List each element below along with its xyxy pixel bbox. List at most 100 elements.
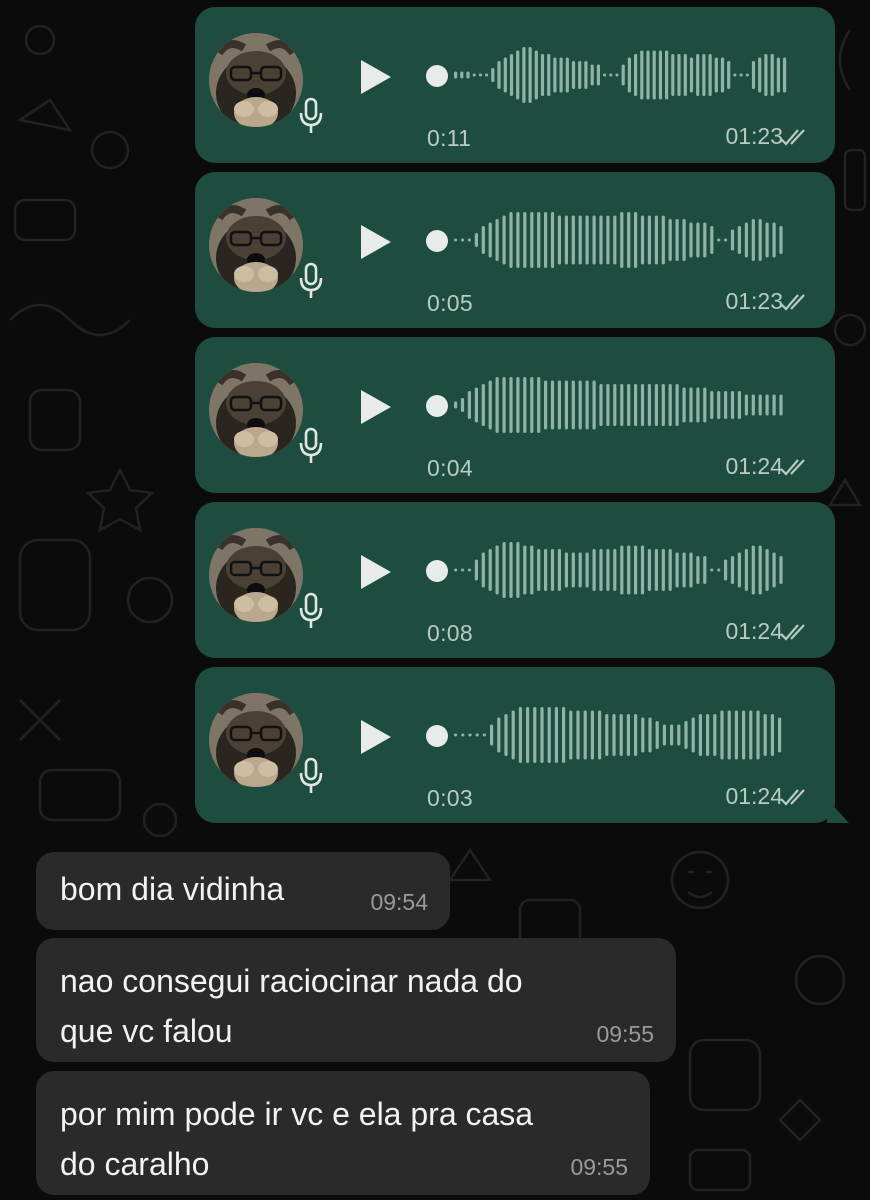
waveform-bar [547,54,551,96]
voice-message-bubble[interactable]: 0:05 01:23 [195,172,835,328]
waveform-bar [641,717,645,753]
voice-message-bubble[interactable]: 0:11 01:23 [195,7,835,163]
play-icon[interactable] [358,552,394,592]
sender-avatar [209,198,303,292]
waveform-bar [689,552,693,588]
waveform-bar [612,714,616,756]
waveform-bar [530,377,534,433]
voice-message-bubble[interactable]: 0:04 01:24 [195,337,835,493]
play-icon[interactable] [358,717,394,757]
waveform-bar [620,212,624,268]
waveform-bar [547,707,551,763]
waveform-bar [497,61,501,89]
waveform-bar [765,222,769,258]
audio-waveform[interactable] [448,375,808,435]
waveform-bar [571,552,575,588]
playback-scrubber-handle[interactable] [426,560,448,582]
waveform-bar [620,384,624,426]
waveform-bar [619,714,623,756]
message-text-line: bom dia vidinha [60,871,285,907]
waveform-bar [584,61,588,89]
waveform-bar [763,714,767,756]
waveform-bar [727,710,731,760]
waveform-bar [615,73,619,77]
playback-scrubber-handle[interactable] [426,230,448,252]
waveform-bar [714,57,718,93]
waveform-bar [613,549,617,591]
waveform-bar [668,384,672,426]
playback-scrubber-handle[interactable] [426,65,448,87]
waveform-bar [648,717,652,753]
waveform-bar [571,215,575,265]
audio-waveform[interactable] [448,540,808,600]
waveform-bar [745,73,749,77]
double-check-icon [779,457,813,477]
waveform-bar [550,380,555,430]
waveform-bar [454,568,458,572]
waveform-bar [717,238,721,242]
message-timestamp: 01:23 [725,288,783,314]
waveform-bar [466,71,470,79]
waveform-bar [606,215,610,265]
waveform-bar [550,549,555,591]
waveform-bar [772,552,776,588]
waveform-bar [454,238,458,242]
waveform-bar [724,391,728,419]
waveform-bar [683,54,687,96]
waveform-bar [564,215,568,265]
waveform-bar [460,238,465,242]
voice-message-bubble[interactable]: 0:03 01:24 [195,667,849,823]
waveform-bar [576,710,580,760]
waveform-bar [647,549,651,591]
waveform-bar [640,215,645,265]
waveform-bar [523,212,527,268]
voice-message-bubble[interactable]: 0:08 01:24 [195,502,835,658]
waveform-bar [537,212,541,268]
waveform-bar [540,54,545,96]
waveform-bar [654,549,658,591]
waveform-bar [703,387,707,423]
waveform-bar [671,54,675,96]
sender-avatar [209,693,303,787]
waveform-bar [523,545,527,595]
waveform-bar [634,212,638,268]
incoming-message-bubble[interactable]: nao consegui raciocinar nada do que vc fa… [36,938,676,1062]
waveform-bar [578,380,582,430]
message-text-line: por mim pode ir vc e ela pra casa [60,1096,534,1132]
audio-waveform[interactable] [448,45,808,105]
waveform-bar [504,714,508,756]
waveform-bar [509,377,513,433]
waveform-bar [691,717,695,753]
waveform-bar [516,542,520,598]
waveform-bar [599,549,603,591]
play-icon[interactable] [358,387,394,427]
incoming-message-bubble[interactable]: por mim pode ir vc e ela pra casa do cara… [36,1071,650,1195]
waveform-bar [710,226,714,254]
waveform-bar [596,64,600,86]
play-icon[interactable] [358,57,394,97]
waveform-bar [670,724,674,746]
incoming-message-bubble[interactable]: bom dia vidinha 09:54 [36,852,450,930]
waveform-bar [472,73,476,77]
waveform-bar [592,549,596,591]
waveform-bar [677,724,681,746]
play-icon[interactable] [358,222,394,262]
waveform-bar [544,380,548,430]
waveform-bar [720,57,725,93]
waveform-bar [585,552,589,588]
waveform-bar [467,568,471,572]
waveform-bar [482,733,486,737]
waveform-bar [682,219,686,261]
playback-scrubber-handle[interactable] [426,725,448,747]
waveform-bar [765,549,769,591]
playback-scrubber-handle[interactable] [426,395,448,417]
waveform-bar [554,707,558,763]
waveform-bar [627,384,631,426]
audio-waveform[interactable] [448,210,808,270]
message-text-line: nao consegui raciocinar nada do [60,963,523,999]
waveform-bar [605,714,609,756]
waveform-bar [684,721,688,749]
waveform-bar [698,714,702,756]
message-timestamp: 01:23 [725,123,783,149]
audio-waveform[interactable] [448,705,808,765]
